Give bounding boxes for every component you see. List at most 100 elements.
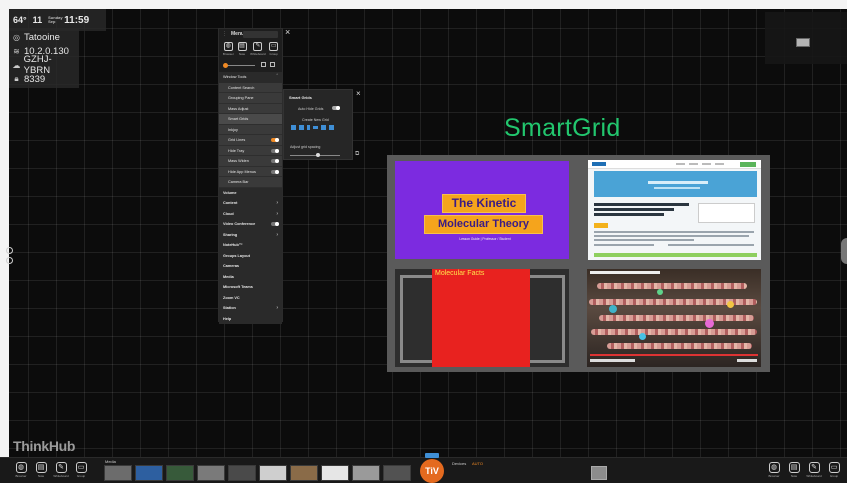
layout-option-5[interactable] [321, 125, 326, 130]
tray-browser-button[interactable]: ◍ Browser [767, 462, 781, 478]
menu-app-note[interactable]: ▤ Note [237, 42, 247, 61]
menu-toggle[interactable] [271, 138, 279, 142]
video-blob [705, 319, 714, 328]
menu-toggle[interactable] [271, 222, 279, 226]
media-thumbnail[interactable] [290, 465, 318, 481]
video-strand [597, 283, 747, 289]
menu-toggle[interactable] [271, 159, 279, 163]
menu-item[interactable]: Sharing › [219, 229, 282, 240]
tray-note-button[interactable]: ▤ Note [34, 462, 48, 478]
video-progress-bar[interactable] [590, 354, 758, 356]
menu-subitem[interactable]: Smart Grids [219, 114, 282, 125]
auto-hide-toggle[interactable] [332, 106, 340, 110]
menu-item[interactable]: NoteHub™ [219, 240, 282, 251]
menu-item[interactable]: Media [219, 271, 282, 282]
menu-search-input[interactable] [243, 31, 278, 38]
menu-item[interactable]: Cloud › [219, 208, 282, 219]
menu-item[interactable]: Help [219, 313, 282, 324]
device-thumbnail[interactable] [591, 466, 607, 480]
top-right-widget[interactable] [765, 12, 847, 64]
spacing-slider-knob[interactable] [316, 153, 320, 157]
room-info-panel: ◎ Tatooine ≋ 10.2.0.130 ☁ GZHJ-YBRN 🔒︎ 8… [9, 28, 79, 88]
tray-group-button[interactable]: ▭ Group [74, 462, 88, 478]
grid-cell-video[interactable] [587, 269, 761, 367]
menu-subitem[interactable]: Grouping Pane [219, 93, 282, 104]
blog-hero-subtitle [654, 187, 700, 189]
media-thumbnail[interactable] [166, 465, 194, 481]
left-edge-handle[interactable] [6, 247, 15, 269]
bottom-tray: ◍ Browser ▤ Note ✎ Whiteboard ▭ Group Media TiV… [0, 453, 847, 483]
cloud-icon: ☁ [12, 60, 21, 70]
menu-subitem[interactable]: Camera Bar [219, 177, 282, 188]
menu-app-group[interactable]: ▭ Group [269, 42, 279, 61]
menu-subitem[interactable]: Hide Tray [219, 145, 282, 156]
tray-expand-tab[interactable] [425, 453, 439, 458]
slider-knob[interactable] [223, 63, 228, 68]
video-strand [607, 343, 752, 349]
menu-subitem[interactable]: Content Search [219, 82, 282, 93]
media-thumbnail[interactable] [228, 465, 256, 481]
menu-item[interactable]: Station › [219, 303, 282, 314]
tray-note-button[interactable]: ▤ Note [787, 462, 801, 478]
menu-group-window-tools[interactable]: Window Tools ˆ [219, 72, 282, 83]
layout-mini-icon[interactable] [261, 62, 266, 67]
layout-option-1[interactable] [291, 125, 296, 130]
layout-option-2[interactable] [299, 125, 304, 130]
grid-cell-kinetic-slide[interactable]: The Kinetic Molecular Theory Lesson Guid… [395, 161, 569, 259]
menu-subitem[interactable]: Grid Lines [219, 135, 282, 146]
menu-zoom-slider[interactable] [223, 61, 278, 70]
right-edge-handle[interactable] [841, 238, 847, 264]
tray-item-label: Browser [15, 474, 27, 478]
blog-brand-logo [594, 223, 608, 228]
media-thumbnail[interactable] [104, 465, 132, 481]
media-thumbnail[interactable] [197, 465, 225, 481]
media-thumbnail[interactable] [135, 465, 163, 481]
blog-nav-item [676, 163, 685, 165]
menu-item[interactable]: Cameras [219, 261, 282, 272]
temperature: 64° [13, 15, 27, 25]
layout-option-4[interactable] [313, 126, 318, 129]
video-controls-left[interactable] [590, 359, 635, 362]
grid-cell-blog-page[interactable] [588, 160, 761, 260]
menu-item[interactable]: Volume [219, 187, 282, 198]
menu-app-browser[interactable]: ◍ Browser [223, 42, 234, 61]
menu-item[interactable]: Microsoft Teams [219, 282, 282, 293]
video-controls-right[interactable] [737, 359, 757, 362]
tray-whiteboard-button[interactable]: ✎ Whiteboard [53, 462, 69, 478]
menu-item[interactable]: Zoom VC [219, 292, 282, 303]
slider-track[interactable] [225, 65, 255, 66]
tiv-button[interactable]: TiV [420, 459, 444, 483]
grid-cell-molecular-facts[interactable]: Molecular Facts [395, 269, 569, 367]
menu-close-button[interactable]: × [285, 27, 290, 37]
layout-option-6[interactable] [329, 125, 334, 130]
media-thumbnail[interactable] [321, 465, 349, 481]
display-thumbnail[interactable] [796, 38, 810, 47]
media-thumbnail[interactable] [383, 465, 411, 481]
tray-browser-button[interactable]: ◍ Browser [14, 462, 28, 478]
menu-subitem[interactable]: Mass Adjust [219, 103, 282, 114]
menu-app-whiteboard[interactable]: ✎ Whiteboard [250, 42, 266, 61]
media-thumbnail[interactable] [352, 465, 380, 481]
menu-item[interactable]: Groups Layout [219, 250, 282, 261]
menu-toggle[interactable] [271, 169, 279, 174]
media-thumbnail[interactable] [259, 465, 287, 481]
menu-item[interactable]: Content › [219, 198, 282, 209]
tray-whiteboard-button[interactable]: ✎ Whiteboard [806, 462, 822, 478]
menu-subitem[interactable]: Mass Widen [219, 156, 282, 167]
menu-toggle[interactable] [271, 148, 279, 153]
bottom-right-tools: ◍ Browser ▤ Note ✎ Whiteboard ▭ Group [767, 462, 841, 478]
spacing-slider[interactable] [290, 155, 340, 156]
menu-subitem[interactable]: Inkjoy [219, 124, 282, 135]
molecular-red-panel: Molecular Facts [432, 269, 530, 367]
layout-option-3[interactable] [307, 125, 310, 130]
popout-icon[interactable]: ⧉ [355, 151, 359, 158]
smart-grid-container[interactable]: The Kinetic Molecular Theory Lesson Guid… [387, 155, 770, 372]
media-thumbnails [104, 465, 411, 481]
tray-group-button[interactable]: ▭ Group [827, 462, 841, 478]
smart-grids-close-button[interactable]: × [356, 89, 361, 98]
menu-subitem[interactable]: Hide App Menus [219, 166, 282, 177]
grid-mini-icon[interactable] [270, 62, 275, 67]
auto-label[interactable]: AUTO [472, 461, 483, 466]
drag-handle-icon[interactable]: ⋮ [222, 31, 227, 37]
menu-item[interactable]: Video Conference [219, 219, 282, 230]
